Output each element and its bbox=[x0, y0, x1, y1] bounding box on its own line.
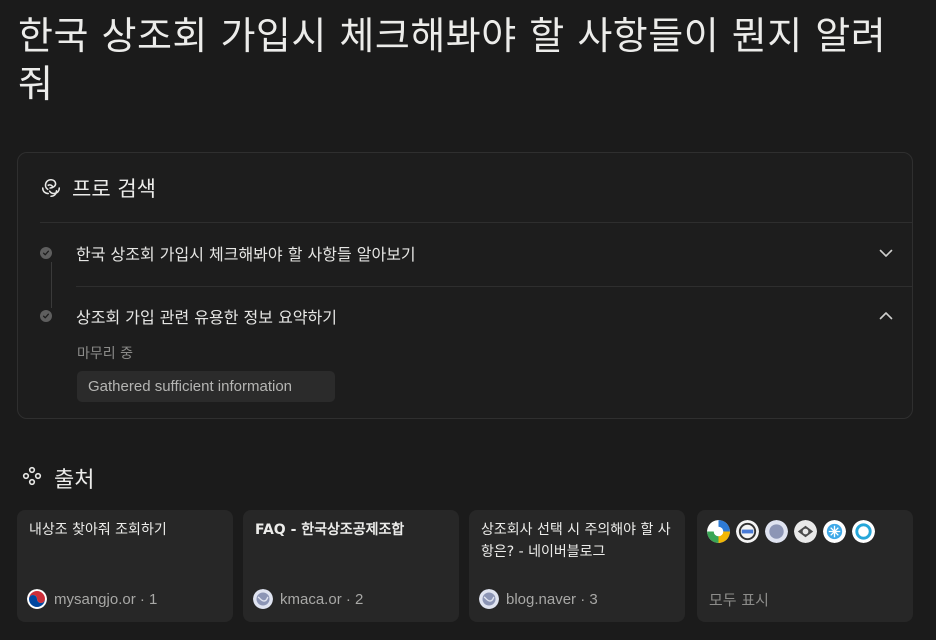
emblem-favicon-icon bbox=[794, 520, 817, 543]
source-domain: mysangjo.or · 1 bbox=[54, 590, 158, 608]
source-title: FAQ - 한국상조공제조합 bbox=[255, 522, 405, 538]
sources-header: 출처 bbox=[20, 462, 94, 494]
divider bbox=[40, 222, 912, 223]
source-title: 상조회사 선택 시 주의해야 할 사항은? - 네이버블로그 bbox=[481, 522, 671, 560]
snowflake-favicon-icon bbox=[823, 520, 846, 543]
chevron-up-icon[interactable] bbox=[878, 308, 894, 328]
query-title: 한국 상조회 가입시 체크해봐야 할 사항들이 뭔지 알려줘 bbox=[18, 14, 887, 106]
colorful-favicon-icon bbox=[707, 520, 730, 543]
source-meta: kmaca.or · 2 bbox=[253, 589, 363, 609]
show-all-sources-button[interactable]: 모두 표시 bbox=[697, 510, 913, 622]
ring-favicon-icon bbox=[852, 520, 875, 543]
source-domain: kmaca.or · 2 bbox=[280, 590, 364, 608]
step-status: 마무리 중 bbox=[77, 346, 133, 362]
chevron-down-icon[interactable] bbox=[878, 245, 894, 265]
taegeuk-favicon-icon bbox=[27, 589, 47, 609]
step-item-2[interactable]: 상조회 가입 관련 유용한 정보 요약하기 bbox=[40, 302, 912, 330]
sources-label: 출처 bbox=[54, 468, 95, 493]
pro-search-icon bbox=[40, 177, 62, 199]
show-all-label: 모두 표시 bbox=[709, 591, 769, 609]
sources-icon bbox=[20, 464, 44, 492]
step-item-1[interactable]: 한국 상조회 가입시 체크해봐야 할 사항들 알아보기 bbox=[40, 239, 912, 267]
step-check-icon bbox=[40, 310, 52, 322]
source-card[interactable]: 내상조 찾아줘 조회하기 mysangjo.or · 1 bbox=[17, 510, 233, 622]
divider bbox=[76, 286, 912, 287]
source-meta: blog.naver · 3 bbox=[479, 589, 598, 609]
source-card[interactable]: 상조회사 선택 시 주의해야 할 사항은? - 네이버블로그 blog.nave… bbox=[469, 510, 685, 622]
step-label: 상조회 가입 관련 유용한 정보 요약하기 bbox=[76, 308, 337, 327]
source-domain: blog.naver · 3 bbox=[506, 590, 598, 608]
globe-favicon-icon bbox=[765, 520, 788, 543]
favicon-stack bbox=[707, 520, 875, 543]
pro-search-header: 프로 검색 bbox=[40, 173, 156, 203]
pro-search-panel: 프로 검색 한국 상조회 가입시 체크해봐야 할 사항들 알아보기 상조회 가입… bbox=[17, 152, 913, 419]
source-card[interactable]: FAQ - 한국상조공제조합 kmaca.or · 2 bbox=[243, 510, 459, 622]
stamp-favicon-icon bbox=[736, 520, 759, 543]
status-chip: Gathered sufficient information bbox=[77, 371, 335, 402]
step-label: 한국 상조회 가입시 체크해봐야 할 사항들 알아보기 bbox=[76, 245, 416, 264]
step-check-icon bbox=[40, 247, 52, 259]
globe-favicon-icon bbox=[253, 589, 273, 609]
pro-search-label: 프로 검색 bbox=[72, 177, 156, 201]
source-title: 내상조 찾아줘 조회하기 bbox=[29, 522, 167, 538]
globe-favicon-icon bbox=[479, 589, 499, 609]
source-meta: mysangjo.or · 1 bbox=[27, 589, 157, 609]
